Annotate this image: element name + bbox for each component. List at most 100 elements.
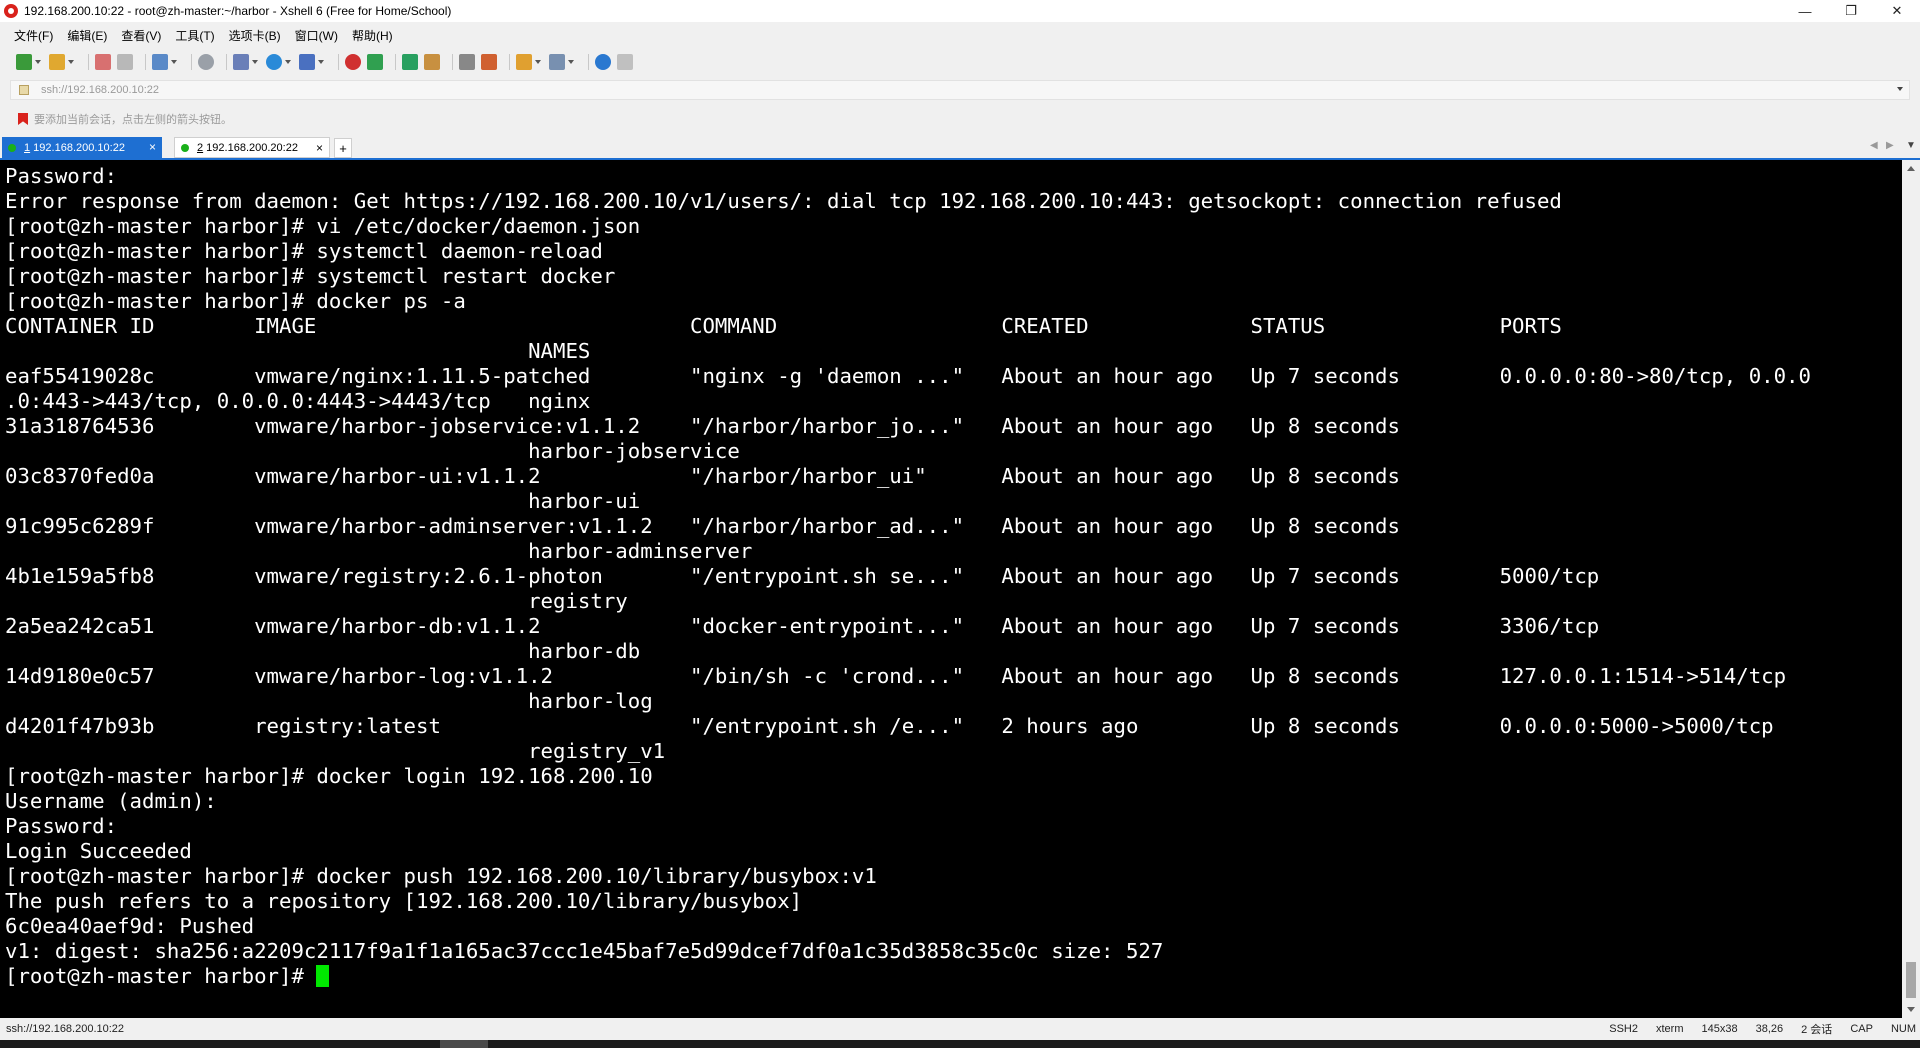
menu-tabs[interactable]: 选项卡(B) xyxy=(229,27,281,44)
terminal-line: The push refers to a repository [192.168… xyxy=(5,889,803,913)
terminal-line: 6c0ea40aef9d: Pushed xyxy=(5,914,255,938)
bookmark-icon[interactable] xyxy=(18,113,28,125)
xftp-icon[interactable] xyxy=(367,54,383,70)
scroll-up-icon[interactable] xyxy=(1907,166,1915,171)
terminal-line: [root@zh-master harbor]# vi /etc/docker/… xyxy=(5,214,641,238)
terminal-area[interactable]: Password: Error response from daemon: Get… xyxy=(0,160,1902,1018)
chevron-down-icon[interactable] xyxy=(568,60,574,64)
chevron-down-icon[interactable] xyxy=(1897,87,1903,91)
lock-icon xyxy=(19,85,29,95)
terminal-line: Error response from daemon: Get https://… xyxy=(5,189,1562,213)
status-protocol: SSH2 xyxy=(1609,1023,1638,1035)
address-input[interactable]: ssh://192.168.200.10:22 xyxy=(41,84,159,96)
terminal-line: v1: digest: sha256:a2209c2117f9a1f1a165a… xyxy=(5,939,1164,963)
tab-list-chevron-icon[interactable]: ▼ xyxy=(1906,140,1916,151)
toolbar-divider xyxy=(145,54,146,70)
restore-button[interactable]: ❐ xyxy=(1828,0,1874,22)
chevron-down-icon[interactable] xyxy=(35,60,41,64)
scroll-thumb[interactable] xyxy=(1906,962,1916,998)
layout-icon[interactable] xyxy=(549,54,565,70)
tab-close-icon[interactable]: × xyxy=(316,141,323,155)
new-tab-button[interactable]: + xyxy=(334,138,352,158)
status-size: 145x38 xyxy=(1701,1023,1738,1035)
tab-session-2[interactable]: 2 192.168.200.20:22 × xyxy=(174,137,330,158)
properties-icon[interactable] xyxy=(152,54,168,70)
chevron-down-icon[interactable] xyxy=(318,60,324,64)
menu-bar: 文件(F) 编辑(E) 查看(V) 工具(T) 选项卡(B) 窗口(W) 帮助(… xyxy=(0,24,1920,46)
open-folder-icon[interactable] xyxy=(49,54,65,70)
toolbar-divider xyxy=(509,54,510,70)
terminal-prompt-line: [root@zh-master harbor]# xyxy=(5,964,1902,989)
font-icon[interactable] xyxy=(299,54,315,70)
terminal-line: 91c995c6289f vmware/harbor-adminserver:v… xyxy=(5,514,1400,538)
fullscreen-icon[interactable] xyxy=(402,54,418,70)
lock-icon[interactable] xyxy=(424,54,440,70)
chevron-down-icon[interactable] xyxy=(252,60,258,64)
terminal-scrollbar[interactable] xyxy=(1902,160,1920,1018)
terminal-line: harbor-log xyxy=(5,689,653,713)
transfer-icon[interactable] xyxy=(233,54,249,70)
connected-status-icon xyxy=(181,143,189,152)
help-icon[interactable] xyxy=(595,54,611,70)
script-icon[interactable] xyxy=(516,54,532,70)
menu-window[interactable]: 窗口(W) xyxy=(295,27,338,44)
chevron-down-icon[interactable] xyxy=(285,60,291,64)
tab-bar: 1 192.168.200.10:22 × 2 192.168.200.20:2… xyxy=(0,136,1920,158)
terminal-line: harbor-adminserver xyxy=(5,539,753,563)
terminal-line: [root@zh-master harbor]# systemctl resta… xyxy=(5,264,616,288)
terminal-line: Username (admin): xyxy=(5,789,217,813)
status-address: ssh://192.168.200.10:22 xyxy=(6,1023,125,1035)
terminal-line: .0:443->443/tcp, 0.0.0.0:4443->4443/tcp … xyxy=(5,389,591,413)
terminal-line: d4201f47b93b registry:latest "/entrypoin… xyxy=(5,714,1774,738)
menu-file[interactable]: 文件(F) xyxy=(14,27,53,44)
reconnect-icon[interactable] xyxy=(95,54,111,70)
address-bar[interactable]: ssh://192.168.200.10:22 xyxy=(10,80,1910,100)
terminal-line: CONTAINER ID IMAGE COMMAND CREATED STATU… xyxy=(5,314,1562,338)
search-icon[interactable] xyxy=(198,54,214,70)
terminal-line: eaf55419028c vmware/nginx:1.11.5-patched… xyxy=(5,364,1811,388)
toolbar-divider xyxy=(452,54,453,70)
terminal-line: [root@zh-master harbor]# docker push 192… xyxy=(5,864,877,888)
globe-icon[interactable] xyxy=(266,54,282,70)
tab-scroll-left-icon[interactable]: ◀ xyxy=(1870,140,1878,151)
disconnect-icon[interactable] xyxy=(117,54,133,70)
status-sessions: 2 会话 xyxy=(1801,1024,1833,1036)
keyboard-icon[interactable] xyxy=(459,54,475,70)
menu-edit[interactable]: 编辑(E) xyxy=(67,27,107,44)
tab-close-icon[interactable]: × xyxy=(149,140,156,154)
terminal-prompt: [root@zh-master harbor]# xyxy=(5,964,317,988)
menu-view[interactable]: 查看(V) xyxy=(121,27,161,44)
close-button[interactable]: ✕ xyxy=(1874,0,1920,22)
terminal-line: harbor-db xyxy=(5,639,641,663)
connected-status-icon xyxy=(8,143,16,152)
chat-icon[interactable] xyxy=(617,54,633,70)
terminal-line: 2a5ea242ca51 vmware/harbor-db:v1.1.2 "do… xyxy=(5,614,1600,638)
terminal-line: harbor-jobservice xyxy=(5,439,740,463)
tab-scroll-right-icon[interactable]: ▶ xyxy=(1886,140,1894,151)
session-hint-bar: 要添加当前会话，点击左侧的箭头按钮。 xyxy=(18,110,232,128)
chevron-down-icon[interactable] xyxy=(171,60,177,64)
terminal-line: 03c8370fed0a vmware/harbor-ui:v1.1.2 "/h… xyxy=(5,464,1400,488)
terminal-line: 31a318764536 vmware/harbor-jobservice:v1… xyxy=(5,414,1400,438)
new-session-icon[interactable] xyxy=(16,54,32,70)
toolbar-divider xyxy=(88,54,89,70)
terminal-line: 4b1e159a5fb8 vmware/registry:2.6.1-photo… xyxy=(5,564,1600,588)
terminal-cursor xyxy=(316,965,330,987)
window-title: 192.168.200.10:22 - root@zh-master:~/har… xyxy=(24,4,452,18)
menu-help[interactable]: 帮助(H) xyxy=(352,27,393,44)
chevron-down-icon[interactable] xyxy=(68,60,74,64)
terminal-line: harbor-ui xyxy=(5,489,641,513)
terminal-line: [root@zh-master harbor]# docker login 19… xyxy=(5,764,653,788)
xshell-icon[interactable] xyxy=(345,54,361,70)
taskbar-highlight xyxy=(440,1040,488,1048)
status-terminal-type: xterm xyxy=(1656,1023,1684,1035)
menu-tools[interactable]: 工具(T) xyxy=(175,27,214,44)
title-bar: 192.168.200.10:22 - root@zh-master:~/har… xyxy=(0,0,1920,22)
highlight-icon[interactable] xyxy=(481,54,497,70)
chevron-down-icon[interactable] xyxy=(535,60,541,64)
session-hint-text: 要添加当前会话，点击左侧的箭头按钮。 xyxy=(34,114,232,126)
minimize-button[interactable]: — xyxy=(1782,0,1828,22)
tab-session-1[interactable]: 1 192.168.200.10:22 × xyxy=(2,137,162,158)
scroll-down-icon[interactable] xyxy=(1907,1007,1915,1012)
terminal-line: [root@zh-master harbor]# systemctl daemo… xyxy=(5,239,603,263)
